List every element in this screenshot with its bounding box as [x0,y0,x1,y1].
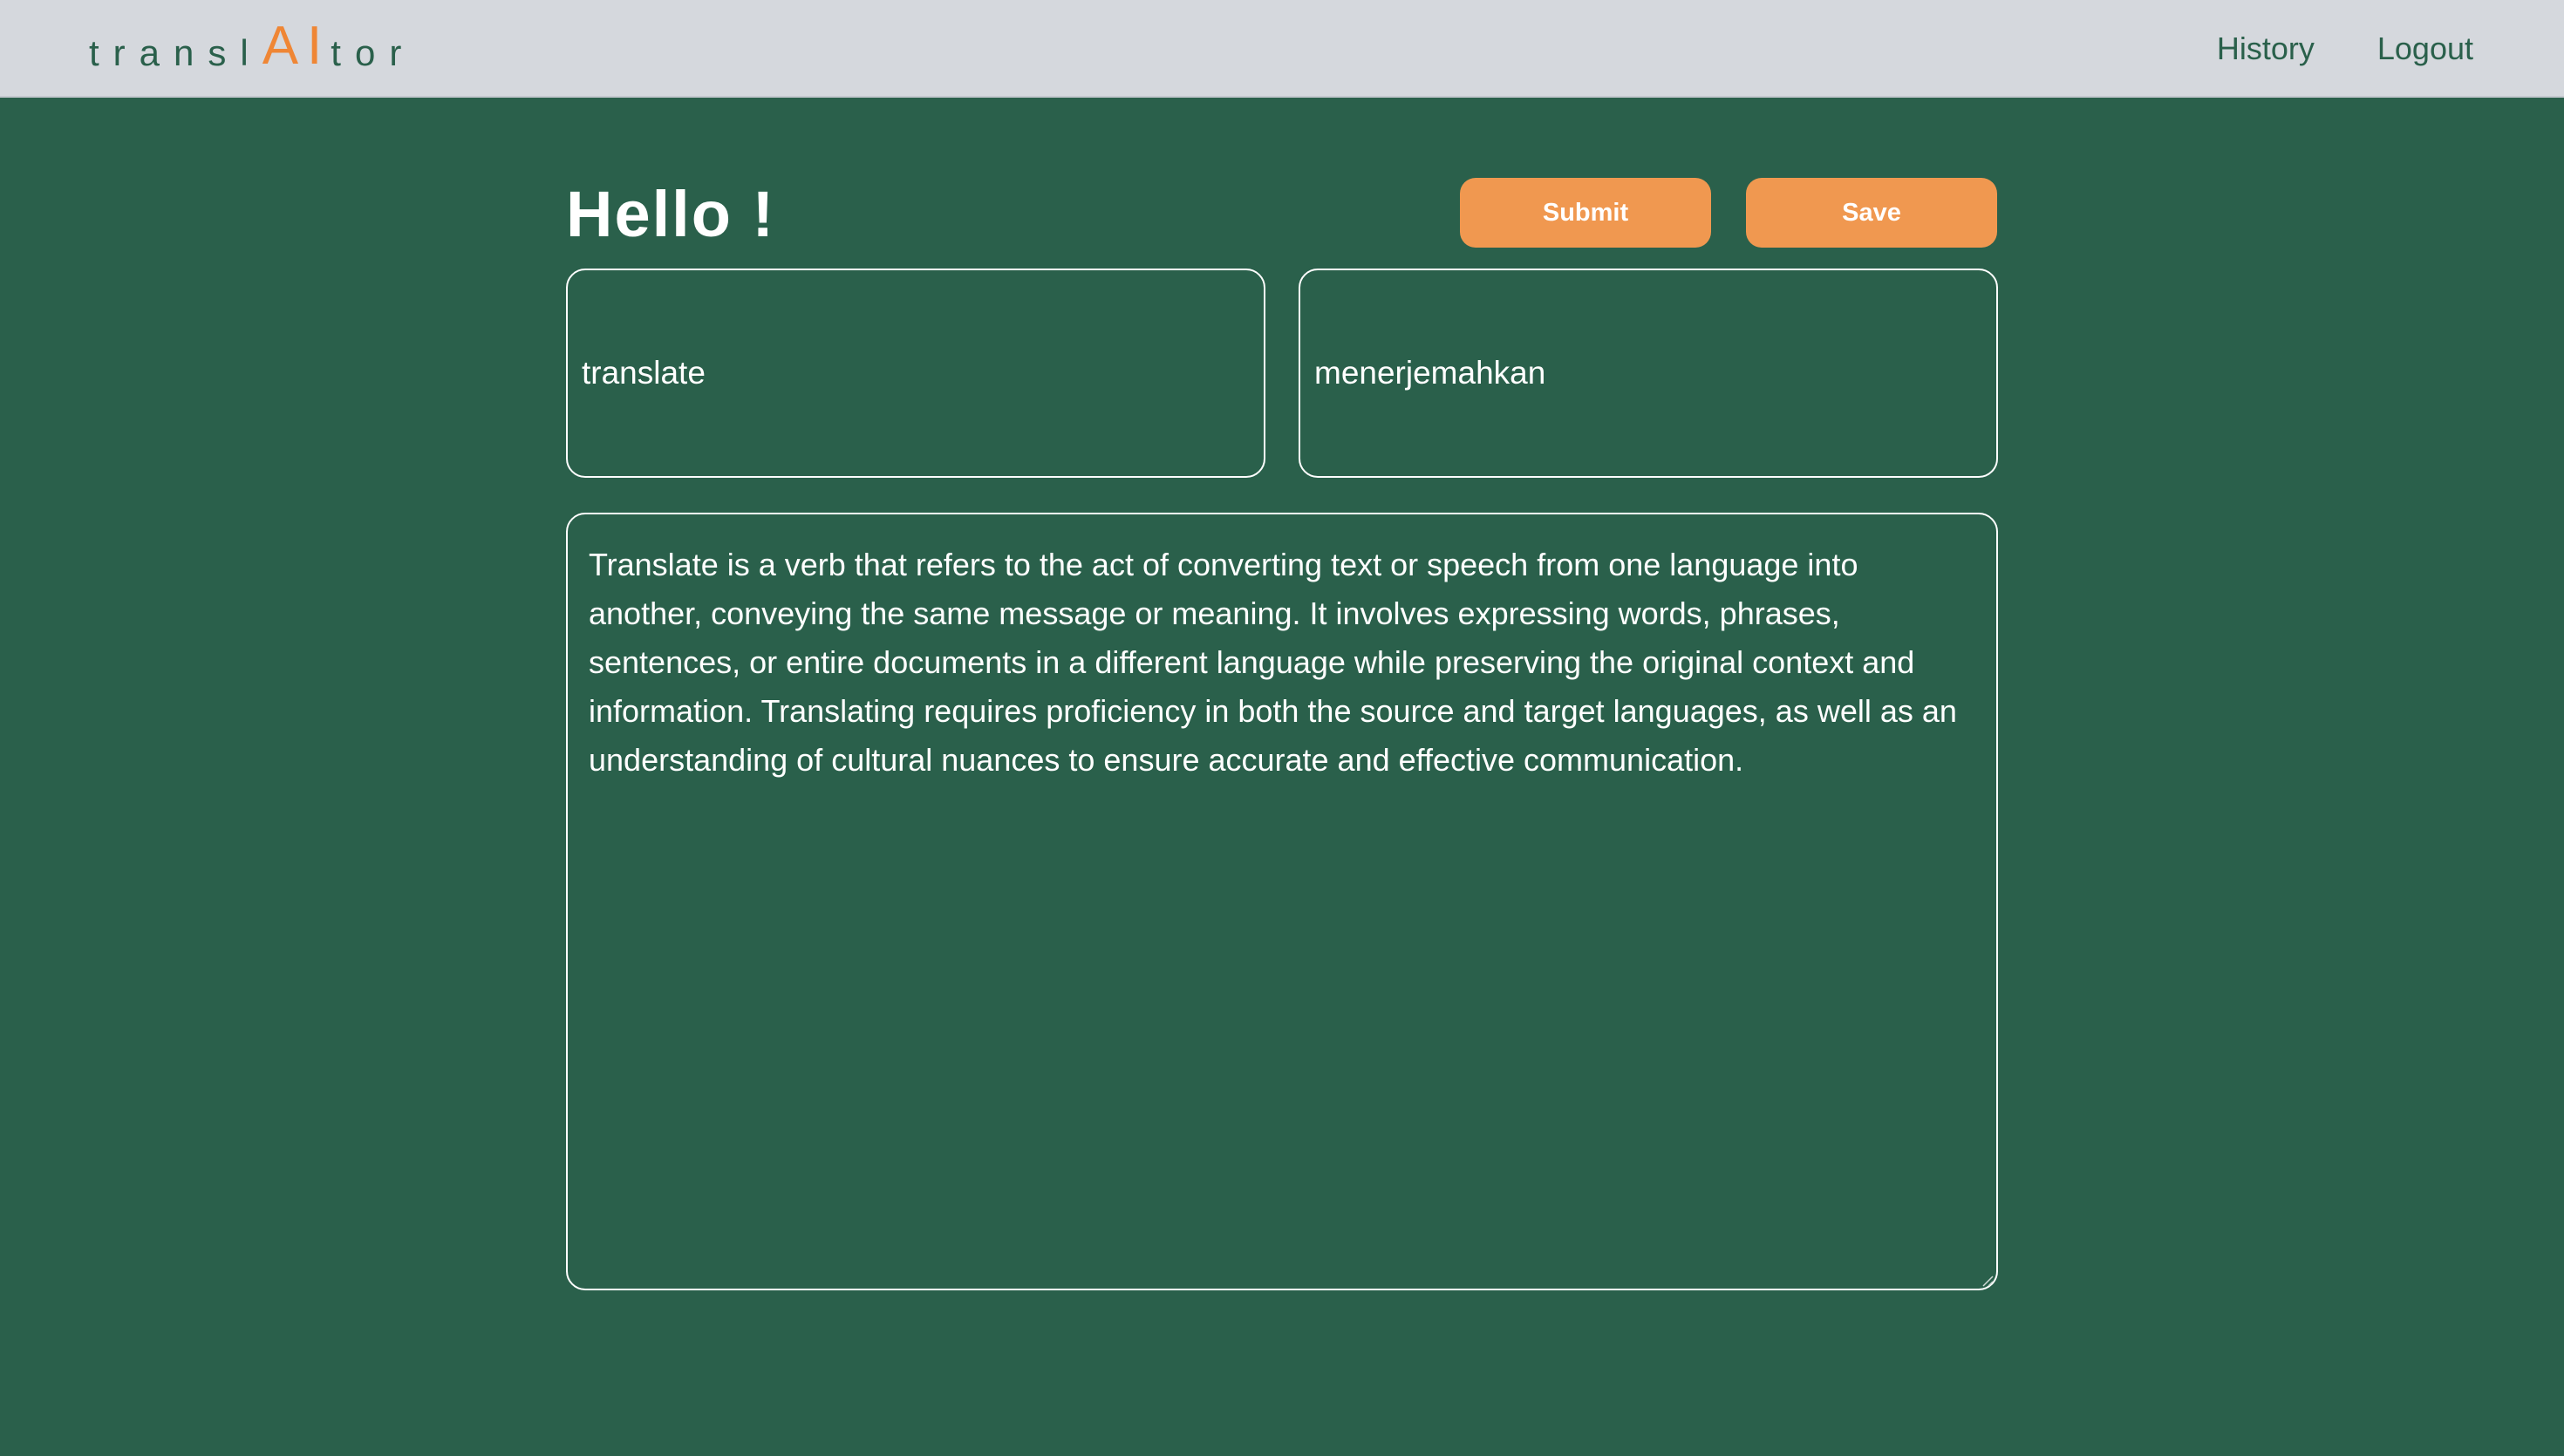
logo-text-start: transl [89,32,263,73]
translated-word-output[interactable] [1299,269,1998,478]
submit-button[interactable]: Submit [1460,178,1711,248]
nav-history-link[interactable]: History [2217,31,2315,67]
resize-grip-icon[interactable] [1980,1273,1994,1287]
navbar: transl AI tor History Logout [0,0,2564,98]
nav-links: History Logout [2217,0,2473,98]
save-button[interactable]: Save [1746,178,1997,248]
definition-textarea[interactable]: Translate is a verb that refers to the a… [566,513,1998,1290]
greeting-heading: Hello ! [566,178,776,250]
logo-text-end: tor [331,32,416,73]
nav-logout-link[interactable]: Logout [2377,31,2473,67]
source-word-input[interactable] [566,269,1265,478]
app-logo[interactable]: transl AI tor [89,0,415,98]
logo-text-ai: AI [262,15,331,76]
